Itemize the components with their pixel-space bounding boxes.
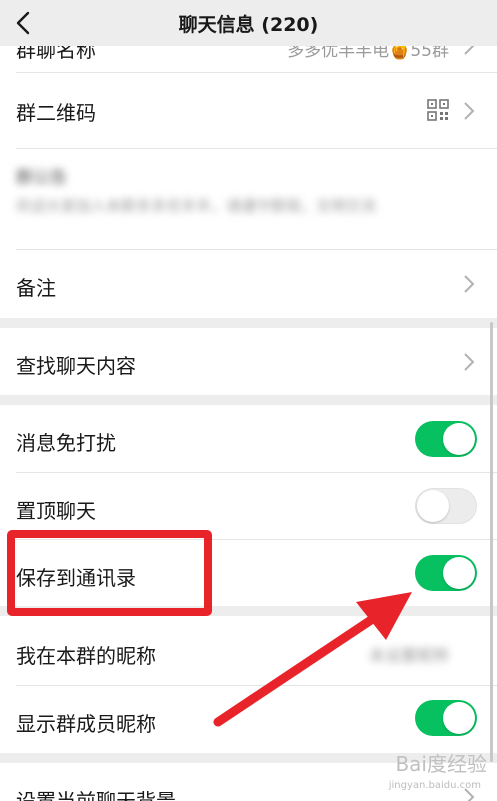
- watermark-url: jingyan.baidu.com: [388, 780, 481, 791]
- header-bar: 聊天信息 (220): [0, 0, 497, 46]
- watermark-logo: Bai度经验: [395, 752, 487, 776]
- page-title: 聊天信息 (220): [178, 14, 319, 36]
- annotation-arrow-icon: [213, 592, 412, 727]
